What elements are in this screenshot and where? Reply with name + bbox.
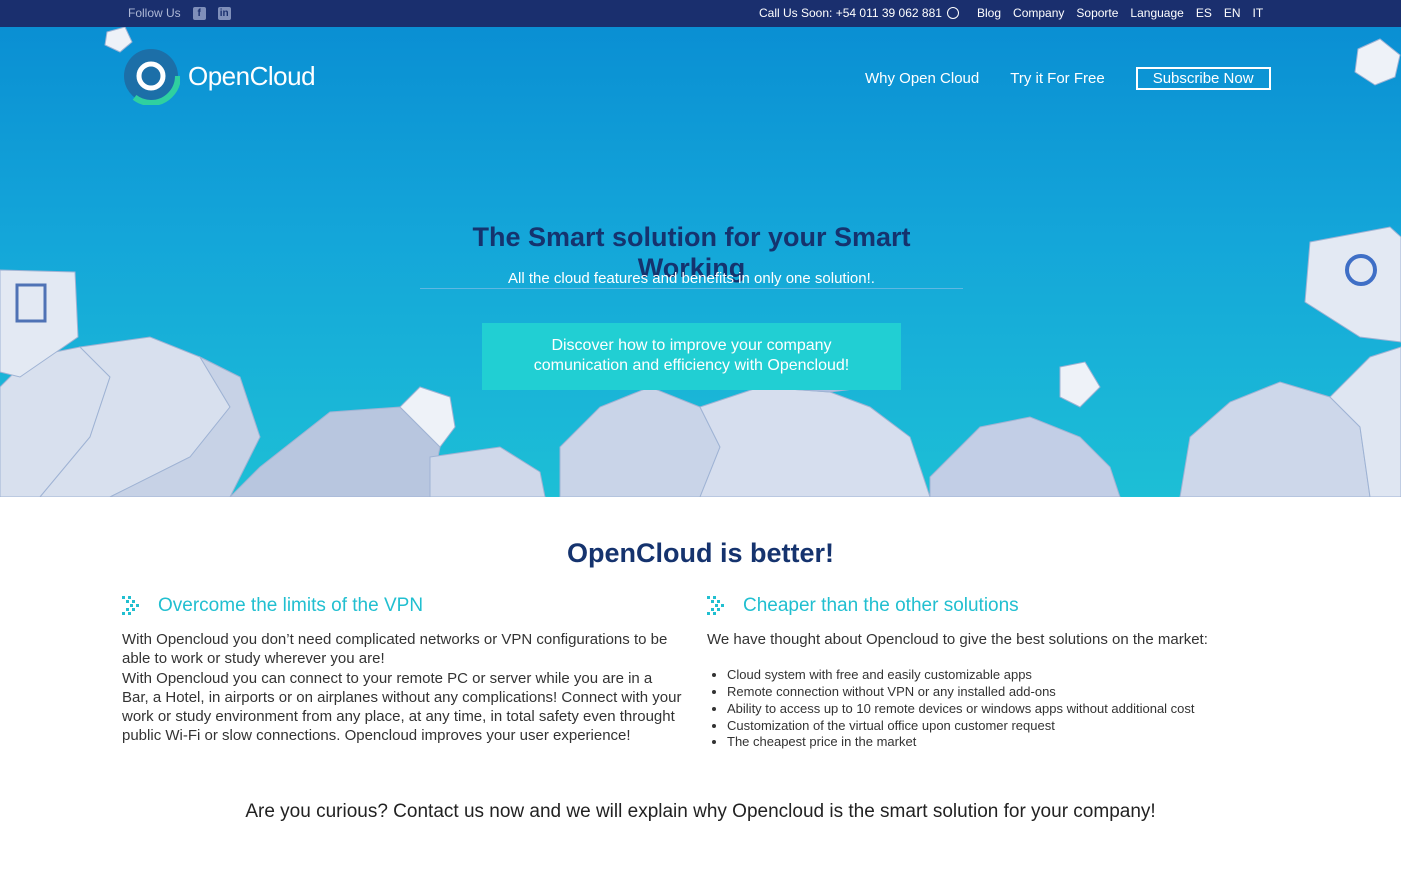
follow-us-label: Follow Us: [128, 6, 181, 20]
whatsapp-icon[interactable]: [946, 7, 959, 19]
feature-vpn-text-2: With Opencloud you can connect to your r…: [122, 669, 682, 745]
nav-why-open-cloud[interactable]: Why Open Cloud: [865, 70, 979, 87]
top-bar: Follow Us f in Call Us Soon: +54 011 39 …: [0, 0, 1401, 27]
hero-cta-line1: Discover how to improve your company: [551, 337, 832, 354]
follow-us: Follow Us f in: [128, 6, 231, 20]
hero-banner: OpenCloud Why Open Cloud Try it For Free…: [0, 27, 1401, 497]
feature-vpn: Overcome the limits of the VPN With Open…: [122, 593, 682, 746]
hero-cta-line2: comunication and efficiency with Openclo…: [533, 357, 850, 374]
list-item: Customization of the virtual office upon…: [727, 718, 1267, 735]
feature-vpn-heading: Overcome the limits of the VPN: [122, 593, 682, 618]
list-item: Ability to access up to 10 remote device…: [727, 701, 1267, 718]
nav-try-free[interactable]: Try it For Free: [1010, 70, 1104, 87]
language-en[interactable]: EN: [1224, 6, 1241, 20]
top-link-language[interactable]: Language: [1130, 6, 1183, 20]
top-links: Blog Company Soporte Language ES EN IT: [977, 6, 1263, 20]
feature-vpn-title: Overcome the limits of the VPN: [158, 594, 424, 616]
hero-subtitle: All the cloud features and benefits in o…: [508, 270, 875, 287]
top-link-soporte[interactable]: Soporte: [1076, 6, 1118, 20]
call-us: Call Us Soon: +54 011 39 062 881: [759, 6, 959, 20]
feature-cheaper: Cheaper than the other solutions We have…: [707, 593, 1267, 751]
feature-cheaper-list: Cloud system with free and easily custom…: [727, 667, 1267, 751]
list-item: The cheapest price in the market: [727, 734, 1267, 751]
feature-cheaper-heading: Cheaper than the other solutions: [707, 593, 1267, 618]
section-title: OpenCloud is better!: [566, 538, 834, 568]
brand-logo[interactable]: OpenCloud: [122, 47, 316, 105]
chevron-right-icon: [707, 595, 724, 615]
subscribe-button[interactable]: Subscribe Now: [1135, 67, 1271, 90]
feature-vpn-text-1: With Opencloud you don’t need complicate…: [122, 631, 668, 668]
facebook-icon[interactable]: f: [192, 6, 206, 20]
top-link-company[interactable]: Company: [1013, 6, 1064, 20]
top-link-blog[interactable]: Blog: [977, 6, 1001, 20]
logo-text: OpenCloud: [188, 60, 316, 91]
language-es[interactable]: ES: [1196, 6, 1212, 20]
chevron-right-icon: [122, 595, 139, 615]
feature-cheaper-title: Cheaper than the other solutions: [743, 594, 1019, 616]
list-item: Cloud system with free and easily custom…: [727, 667, 1267, 684]
list-item: Remote connection without VPN or any ins…: [727, 684, 1267, 701]
hero-cta-button[interactable]: Discover how to improve your company com…: [482, 323, 901, 390]
feature-cheaper-intro: We have thought about Opencloud to give …: [707, 631, 1208, 648]
feature-vpn-text: With Opencloud you don’t need complicate…: [122, 630, 682, 746]
linkedin-icon[interactable]: in: [217, 6, 231, 20]
bottom-cta-text: Are you curious? Contact us now and we w…: [245, 801, 1156, 822]
opencloud-logo-icon: [122, 47, 180, 105]
language-it[interactable]: IT: [1253, 6, 1264, 20]
call-us-label: Call Us Soon: +54 011 39 062 881: [759, 6, 942, 20]
main-nav: Why Open Cloud Try it For Free Subscribe…: [865, 67, 1271, 90]
